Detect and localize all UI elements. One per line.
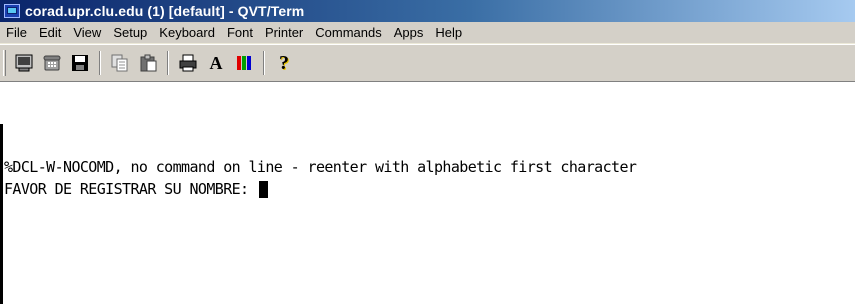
copy-icon <box>111 54 128 72</box>
menu-apps[interactable]: Apps <box>388 25 430 40</box>
toolbar-separator <box>167 51 169 75</box>
save-button[interactable] <box>67 50 93 76</box>
help-icon: ? <box>279 51 289 74</box>
menu-bar: File Edit View Setup Keyboard Font Print… <box>0 22 855 44</box>
toolbar: A ? <box>0 44 855 82</box>
window-title: corad.upr.clu.edu (1) [default] - QVT/Te… <box>25 3 305 19</box>
toolbar-grip[interactable] <box>3 50 6 76</box>
copy-button[interactable] <box>107 50 133 76</box>
terminal-prompt: FAVOR DE REGISTRAR SU NOMBRE: <box>4 180 257 198</box>
title-bar[interactable]: corad.upr.clu.edu (1) [default] - QVT/Te… <box>0 0 855 22</box>
print-button[interactable] <box>175 50 201 76</box>
menu-printer[interactable]: Printer <box>259 25 309 40</box>
terminal-button[interactable] <box>11 50 37 76</box>
toolbar-separator <box>99 51 101 75</box>
menu-font[interactable]: Font <box>221 25 259 40</box>
app-icon[interactable] <box>4 4 20 18</box>
paste-button[interactable] <box>135 50 161 76</box>
print-icon <box>179 54 197 72</box>
color-icon <box>237 56 251 70</box>
font-button[interactable]: A <box>203 50 229 76</box>
dial-button[interactable] <box>39 50 65 76</box>
menu-view[interactable]: View <box>67 25 107 40</box>
colors-button[interactable] <box>231 50 257 76</box>
menu-setup[interactable]: Setup <box>107 25 153 40</box>
font-icon: A <box>209 52 223 73</box>
menu-help[interactable]: Help <box>429 25 468 40</box>
qvt-term-window: corad.upr.clu.edu (1) [default] - QVT/Te… <box>0 0 855 304</box>
save-icon <box>72 55 88 71</box>
paste-icon <box>140 54 157 72</box>
help-button[interactable]: ? <box>271 50 297 76</box>
terminal-icon <box>15 54 33 72</box>
menu-file[interactable]: File <box>0 25 33 40</box>
menu-keyboard[interactable]: Keyboard <box>153 25 221 40</box>
terminal-prompt-line: FAVOR DE REGISTRAR SU NOMBRE: <box>4 180 268 198</box>
phone-icon <box>43 55 61 71</box>
terminal-line: %DCL-W-NOCOMD, no command on line - reen… <box>4 158 637 176</box>
terminal-left-border <box>0 124 3 304</box>
menu-commands[interactable]: Commands <box>309 25 387 40</box>
terminal-screen[interactable] <box>0 124 855 304</box>
terminal-cursor <box>258 180 268 198</box>
menu-edit[interactable]: Edit <box>33 25 67 40</box>
toolbar-separator <box>263 51 265 75</box>
